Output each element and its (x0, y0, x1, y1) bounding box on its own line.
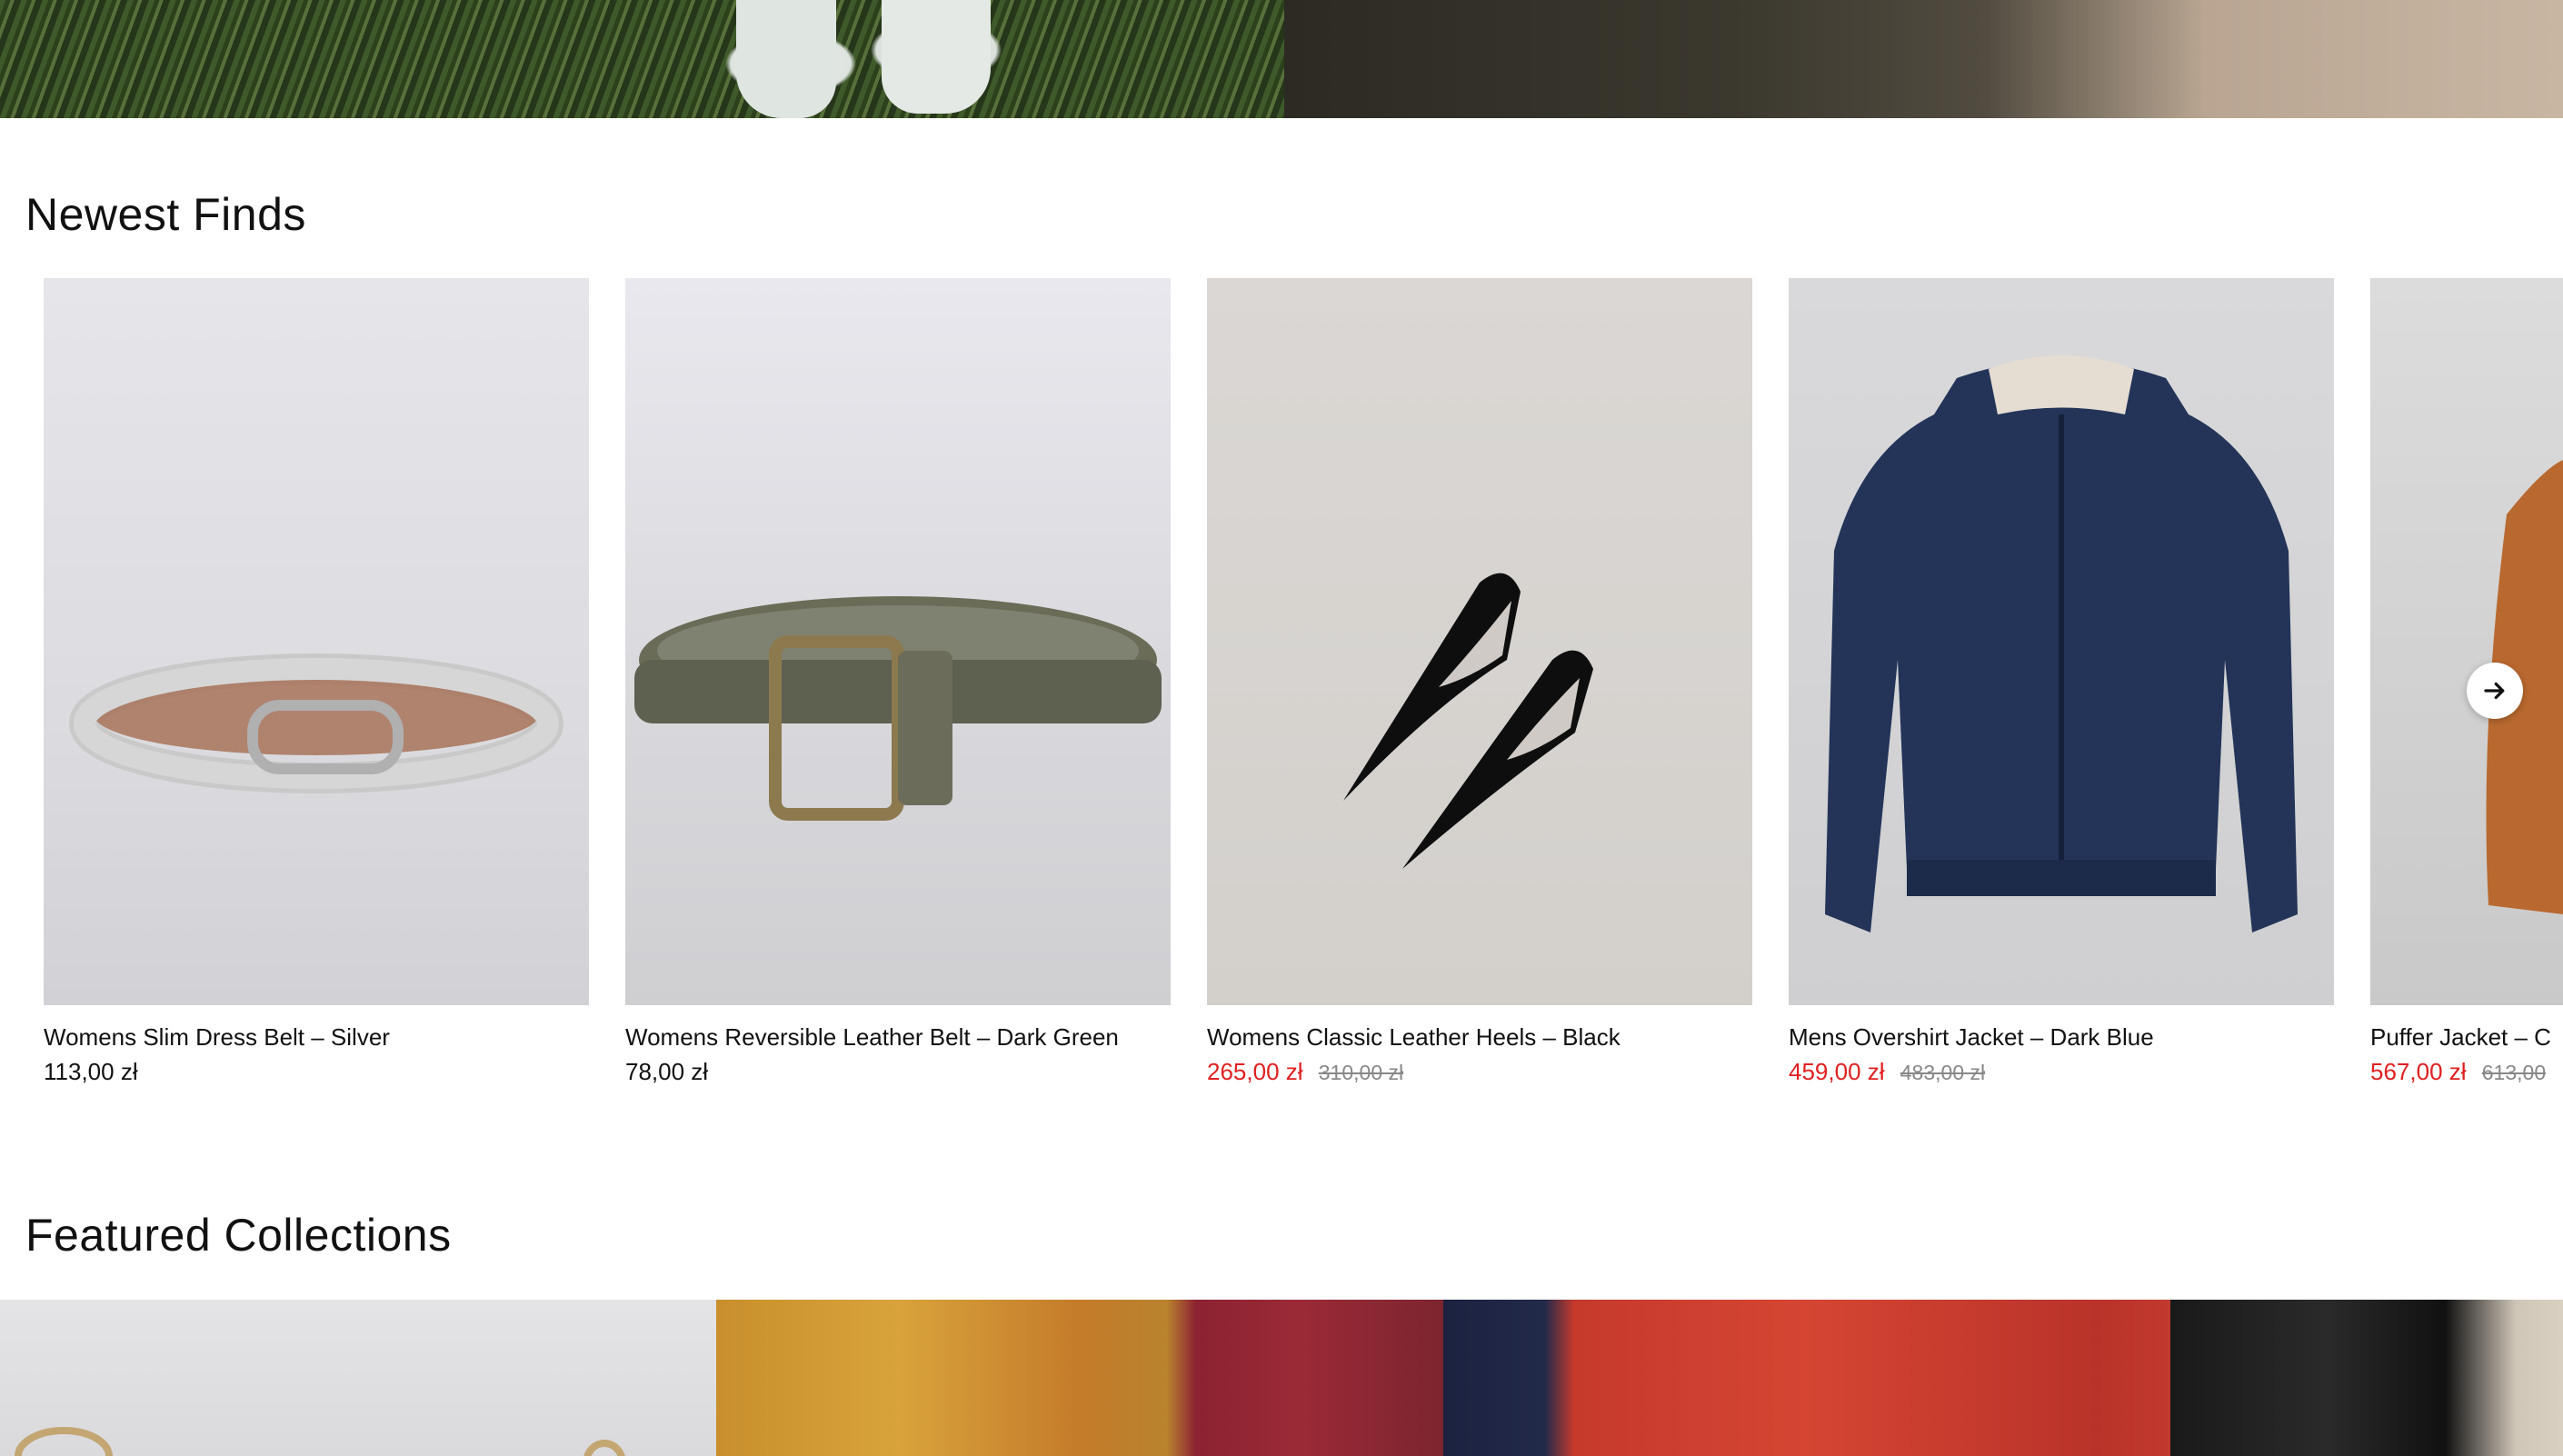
collection-tile[interactable] (0, 1300, 716, 1456)
product-name[interactable]: Womens Classic Leather Heels – Black (1207, 1023, 1621, 1052)
product-sale-price: 459,00 zł (1789, 1058, 1885, 1085)
sneaker-shape (736, 0, 836, 118)
product-card[interactable]: Womens Reversible Leather Belt – Dark Gr… (625, 278, 1171, 1085)
product-price-row: 113,00 zł (44, 1058, 138, 1086)
product-price-row: 459,00 zł 483,00 zł (1789, 1058, 1985, 1086)
belt-illustration (69, 653, 563, 793)
arrow-right-icon (2484, 682, 2505, 700)
product-image[interactable] (1207, 278, 1752, 1005)
product-card[interactable]: Womens Slim Dress Belt – Silver 113,00 z… (44, 278, 589, 1085)
product-image[interactable] (2370, 278, 2563, 1005)
section-title-newest-finds: Newest Finds (25, 189, 306, 240)
hero-image-left[interactable] (0, 0, 1284, 118)
product-card[interactable]: Mens Overshirt Jacket – Dark Blue 459,00… (1789, 278, 2334, 1085)
product-price-row: 265,00 zł 310,00 zł (1207, 1058, 1403, 1086)
jacket-illustration (1825, 355, 2298, 932)
product-image[interactable] (44, 278, 589, 1005)
collection-tile[interactable] (2170, 1300, 2563, 1456)
belt-illustration (634, 596, 1162, 821)
heels-illustration (1343, 573, 1593, 869)
product-name[interactable]: Mens Overshirt Jacket – Dark Blue (1789, 1023, 2154, 1052)
product-sale-price: 265,00 zł (1207, 1058, 1303, 1085)
product-original-price: 613,00 (2481, 1061, 2547, 1084)
collection-tile[interactable] (716, 1300, 1443, 1456)
product-image[interactable] (1789, 278, 2334, 1005)
rings-illustration (15, 1427, 625, 1456)
sneaker-shape (882, 0, 991, 114)
product-image[interactable] (625, 278, 1171, 1005)
carousel-next-button[interactable] (2467, 663, 2523, 719)
product-price-row: 78,00 zł (625, 1058, 708, 1086)
product-price: 113,00 zł (44, 1058, 138, 1085)
product-original-price: 483,00 zł (1900, 1061, 1986, 1084)
product-name[interactable]: Womens Reversible Leather Belt – Dark Gr… (625, 1023, 1119, 1052)
hero-image-right[interactable] (1284, 0, 2563, 118)
product-name[interactable]: Puffer Jacket – C (2370, 1023, 2551, 1052)
collection-tile[interactable] (1443, 1300, 2170, 1456)
product-price: 78,00 zł (625, 1058, 709, 1085)
product-price-row: 567,00 zł 613,00 (2370, 1058, 2546, 1086)
product-name[interactable]: Womens Slim Dress Belt – Silver (44, 1023, 390, 1052)
product-sale-price: 567,00 zł (2370, 1058, 2467, 1085)
product-original-price: 310,00 zł (1318, 1061, 1404, 1084)
product-card[interactable]: Womens Classic Leather Heels – Black 265… (1207, 278, 1752, 1085)
section-title-featured-collections: Featured Collections (25, 1210, 452, 1261)
puffer-jacket-illustration (2486, 460, 2563, 914)
